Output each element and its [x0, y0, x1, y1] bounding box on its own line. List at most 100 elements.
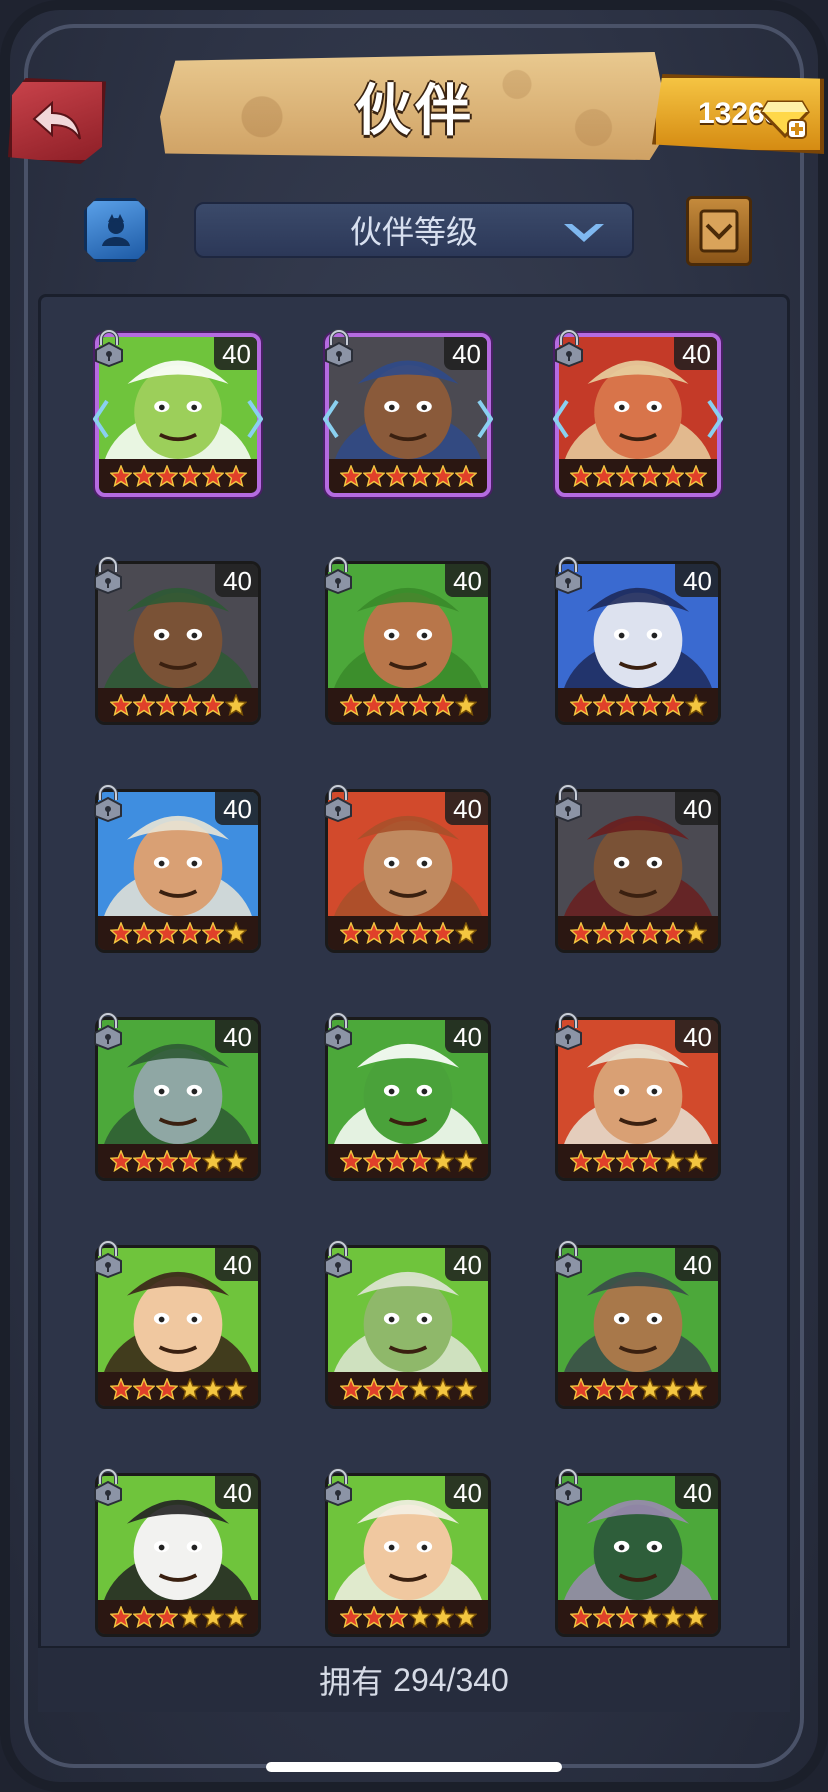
star-icon: [638, 694, 661, 716]
partner-card[interactable]: 40: [554, 784, 721, 953]
star-rating: [98, 688, 258, 722]
book-icon: [699, 209, 739, 253]
star-icon: [569, 922, 592, 944]
star-icon: [638, 465, 661, 487]
partner-card[interactable]: 40: [554, 1468, 721, 1637]
star-icon: [132, 1378, 155, 1400]
partner-level: 40: [215, 792, 258, 825]
sort-label: 伙伴等级: [349, 213, 478, 251]
character-filter-button[interactable]: [84, 198, 148, 262]
star-icon: [454, 1378, 477, 1400]
star-icon: [408, 1378, 431, 1400]
lock-icon[interactable]: [92, 1012, 124, 1050]
partner-card[interactable]: 40: [554, 556, 721, 725]
partner-card[interactable]: 40: [94, 1468, 261, 1637]
partner-grid-panel: 40 40 40 40 40 40 40 40 40 40 40 40 40 40 40 40 40 40: [38, 294, 790, 1708]
lock-icon[interactable]: [92, 1240, 124, 1278]
home-indicator[interactable]: [266, 1762, 562, 1772]
star-icon: [339, 1378, 362, 1400]
lock-icon[interactable]: [552, 784, 584, 822]
partner-level: 40: [445, 1248, 488, 1281]
star-icon: [155, 1606, 178, 1628]
star-icon: [178, 694, 201, 716]
lock-icon[interactable]: [322, 556, 354, 594]
star-icon: [569, 1150, 592, 1172]
star-icon: [362, 922, 385, 944]
star-icon: [178, 1150, 201, 1172]
partner-card[interactable]: 40: [323, 329, 493, 497]
partner-level: 40: [445, 1020, 488, 1053]
star-icon: [408, 1150, 431, 1172]
lock-icon[interactable]: [92, 784, 124, 822]
partner-card[interactable]: 40: [324, 1240, 491, 1409]
partner-card[interactable]: 40: [94, 784, 261, 953]
gem-counter[interactable]: 13263: [652, 74, 824, 154]
partner-level: 40: [675, 792, 718, 825]
lock-icon[interactable]: [552, 556, 584, 594]
star-icon: [431, 1606, 454, 1628]
lock-icon[interactable]: [322, 1468, 354, 1506]
star-icon: [109, 694, 132, 716]
partner-card[interactable]: 40: [324, 1468, 491, 1637]
star-icon: [454, 465, 477, 487]
partner-card[interactable]: 40: [93, 329, 263, 497]
star-icon: [224, 465, 247, 487]
lock-icon[interactable]: [322, 1240, 354, 1278]
star-icon: [201, 1606, 224, 1628]
star-icon: [684, 1378, 707, 1400]
partner-level: 40: [445, 564, 488, 597]
star-icon: [661, 1378, 684, 1400]
star-icon: [684, 1150, 707, 1172]
lock-icon[interactable]: [552, 1012, 584, 1050]
star-rating: [98, 1600, 258, 1634]
partner-card[interactable]: 40: [324, 784, 491, 953]
partner-card[interactable]: 40: [554, 1012, 721, 1181]
lock-icon[interactable]: [552, 1240, 584, 1278]
star-icon: [615, 1150, 638, 1172]
star-icon: [615, 1606, 638, 1628]
epic-right-marker-icon: [247, 399, 263, 439]
star-icon: [592, 1378, 615, 1400]
collection-book-button[interactable]: [686, 196, 752, 266]
partner-level: 40: [445, 792, 488, 825]
star-icon: [339, 1606, 362, 1628]
star-icon: [454, 694, 477, 716]
star-icon: [339, 1150, 362, 1172]
partner-card[interactable]: 40: [553, 329, 723, 497]
lock-icon[interactable]: [92, 1468, 124, 1506]
partner-card[interactable]: 40: [324, 556, 491, 725]
lock-icon[interactable]: [323, 329, 355, 367]
lock-icon[interactable]: [553, 329, 585, 367]
epic-right-marker-icon: [477, 399, 493, 439]
partner-card[interactable]: 40: [94, 1240, 261, 1409]
star-rating: [558, 1372, 718, 1406]
partner-card[interactable]: 40: [94, 1012, 261, 1181]
star-rating: [98, 1144, 258, 1178]
star-icon: [178, 465, 201, 487]
star-rating: [558, 916, 718, 950]
star-rating: [99, 459, 257, 493]
star-icon: [224, 1606, 247, 1628]
epic-left-marker-icon: [93, 399, 109, 439]
star-icon: [408, 694, 431, 716]
partner-card[interactable]: 40: [94, 556, 261, 725]
back-button[interactable]: [8, 78, 106, 164]
star-icon: [385, 1378, 408, 1400]
partner-card[interactable]: 40: [324, 1012, 491, 1181]
partner-card[interactable]: 40: [554, 1240, 721, 1409]
lock-icon[interactable]: [93, 329, 125, 367]
gem-plus-icon[interactable]: [760, 92, 810, 140]
page-title: 伙伴: [355, 78, 475, 144]
star-icon: [155, 1150, 178, 1172]
lock-icon[interactable]: [92, 556, 124, 594]
lock-icon[interactable]: [322, 1012, 354, 1050]
partner-grid: 40 40 40 40 40 40 40 40 40 40 40 40 40 40 40 40 40 40: [93, 329, 723, 1637]
lock-icon[interactable]: [322, 784, 354, 822]
owned-label: 拥有: [319, 1663, 384, 1701]
partner-level: 40: [675, 1476, 718, 1509]
lock-icon[interactable]: [552, 1468, 584, 1506]
star-icon: [385, 922, 408, 944]
partner-level: 40: [215, 564, 258, 597]
star-icon: [592, 922, 615, 944]
sort-dropdown[interactable]: 伙伴等级: [194, 202, 634, 258]
